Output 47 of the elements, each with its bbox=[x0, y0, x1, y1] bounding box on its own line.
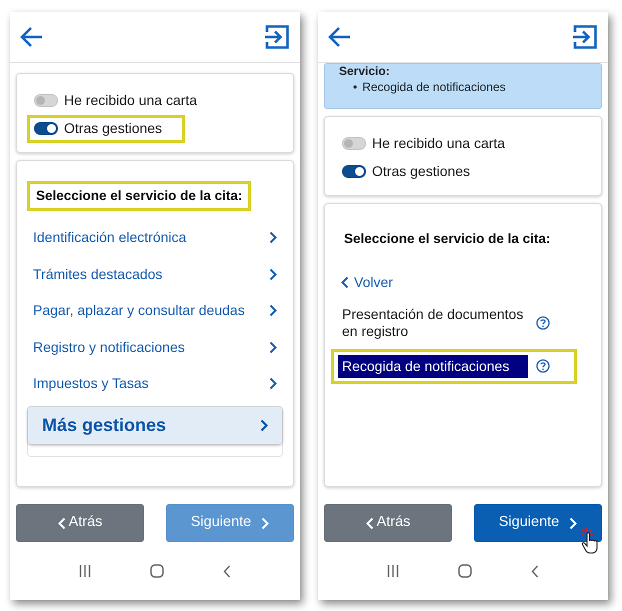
nav-back-icon[interactable] bbox=[530, 564, 539, 578]
home-icon[interactable] bbox=[150, 564, 164, 578]
back-button[interactable]: Atrás bbox=[324, 504, 452, 542]
toggle-label: Otras gestiones bbox=[64, 119, 162, 138]
service-option[interactable]: Presentación de documentos en registro bbox=[338, 303, 528, 344]
back-arrow-icon[interactable] bbox=[20, 26, 44, 48]
back-arrow-icon[interactable] bbox=[328, 26, 352, 48]
help-icon[interactable] bbox=[536, 316, 550, 330]
chevron-icon bbox=[569, 516, 578, 530]
bullet: • bbox=[353, 79, 358, 96]
home-icon[interactable] bbox=[458, 564, 472, 578]
chevron-icon bbox=[260, 418, 268, 432]
toggle-label: He recibido una carta bbox=[372, 134, 506, 153]
chevron-icon bbox=[269, 340, 277, 354]
toggle-label: Otras gestiones bbox=[372, 162, 470, 182]
section-heading: Seleccione el servicio de la cita: bbox=[343, 230, 552, 248]
service-link[interactable]: Pagar, aplazar y consultar deudas bbox=[27, 292, 283, 329]
recent-apps-icon[interactable] bbox=[387, 565, 400, 577]
service-link[interactable]: Identificación electrónica bbox=[27, 219, 283, 256]
toggle-switch[interactable] bbox=[342, 136, 366, 150]
back-button[interactable]: Atrás bbox=[16, 504, 144, 542]
exit-icon[interactable] bbox=[264, 24, 290, 50]
service-link[interactable]: Registro y notificaciones bbox=[27, 328, 283, 366]
toggle-label: He recibido una carta bbox=[64, 90, 198, 110]
info-item: Recogida de notificaciones bbox=[362, 79, 506, 96]
chevron-icon bbox=[269, 268, 277, 280]
chevron-icon bbox=[366, 516, 374, 530]
service-option[interactable]: Recogida de notificaciones bbox=[338, 355, 528, 378]
info-title: Servicio: bbox=[339, 65, 391, 78]
recent-apps-icon[interactable] bbox=[79, 565, 92, 577]
exit-icon[interactable] bbox=[572, 24, 598, 50]
service-link[interactable]: Trámites destacados bbox=[27, 256, 283, 292]
chevron-icon bbox=[58, 516, 66, 530]
chevron-icon bbox=[341, 276, 349, 290]
chevron-icon bbox=[269, 377, 277, 390]
more-button[interactable]: Más gestiones bbox=[28, 406, 282, 444]
chevron-icon bbox=[269, 304, 277, 317]
back-link[interactable]: Volver bbox=[335, 268, 393, 298]
toggle-switch[interactable] bbox=[34, 94, 58, 106]
toggle-switch[interactable] bbox=[342, 165, 366, 178]
help-icon[interactable] bbox=[536, 359, 550, 374]
toggle-switch[interactable] bbox=[34, 122, 58, 135]
nav-back-icon[interactable] bbox=[222, 564, 231, 578]
service-link[interactable]: Impuestos y Tasas bbox=[27, 365, 283, 402]
chevron-icon bbox=[269, 231, 277, 244]
chevron-icon bbox=[261, 516, 270, 530]
section-heading: Seleccione el servicio de la cita: bbox=[27, 181, 252, 212]
